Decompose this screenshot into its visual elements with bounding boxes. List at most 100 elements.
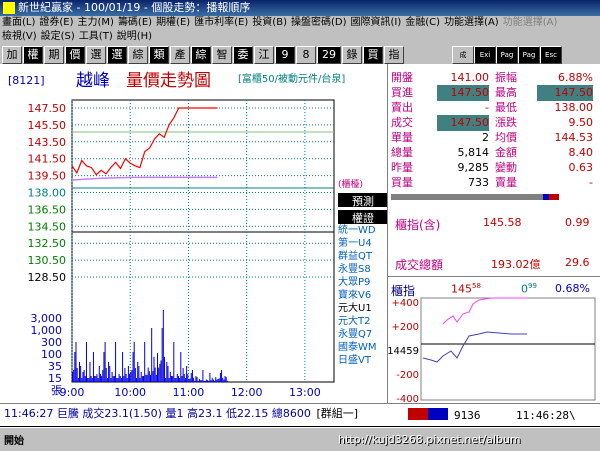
volume-bar bbox=[179, 378, 181, 382]
mini-axis-label: +400 bbox=[392, 298, 419, 309]
quote-label: 漲跌 bbox=[495, 116, 517, 129]
menu-item[interactable]: 說明(H) bbox=[117, 31, 152, 42]
broker-item[interactable]: 第一U4 bbox=[338, 237, 388, 250]
toolbar-button[interactable]: 期 bbox=[44, 46, 64, 64]
broker-item[interactable]: 永豐S8 bbox=[338, 263, 388, 276]
price-tick-label: 147.50 bbox=[28, 102, 67, 115]
menu-item[interactable]: 籌碼(E) bbox=[118, 17, 152, 28]
broker-item[interactable]: 國泰WM bbox=[338, 341, 388, 354]
mini-index-chart: +400 +200 14459 -200 -400 bbox=[387, 297, 596, 403]
broker-item[interactable]: 永豐Q7 bbox=[338, 328, 388, 341]
quote-label: 單量 bbox=[391, 131, 413, 144]
volume-bar bbox=[137, 362, 139, 382]
toolbar-button[interactable]: 綜 bbox=[128, 46, 148, 64]
broker-item[interactable]: 元大U1 bbox=[338, 302, 388, 315]
menu-item[interactable]: 金融(C) bbox=[405, 17, 440, 28]
toolbar-button[interactable]: 價 bbox=[65, 46, 85, 64]
stock-code: [8121] bbox=[8, 74, 45, 87]
volume-bar bbox=[152, 371, 154, 382]
warrant-button[interactable]: 權證 bbox=[338, 210, 388, 225]
menu-item[interactable]: 證券(E) bbox=[39, 17, 73, 28]
menu-item[interactable]: 檢視(V) bbox=[2, 31, 37, 42]
forecast-button[interactable]: 預測 bbox=[338, 193, 388, 208]
quote-value: 141.00 bbox=[450, 71, 490, 84]
broker-item[interactable]: 寶來V6 bbox=[338, 289, 388, 302]
volume-bar bbox=[119, 376, 121, 382]
volume-bar bbox=[117, 378, 119, 382]
menu-item[interactable]: 工具(T) bbox=[79, 31, 113, 42]
menu-item[interactable]: 投資(B) bbox=[252, 17, 287, 28]
quote-panel: 開盤 141.00 振幅 6.88% 買進 147.50 最高 147.50 賣出 - 最低 138.… bbox=[387, 64, 600, 403]
menu-item[interactable]: 功能選擇(A) bbox=[503, 17, 558, 28]
volume-bar bbox=[146, 374, 148, 382]
volume-bar bbox=[96, 374, 98, 382]
menu-item[interactable]: 國際資訊(I) bbox=[351, 17, 402, 28]
menu-item[interactable]: 設定(S) bbox=[41, 31, 75, 42]
quote-value: 733 bbox=[468, 176, 489, 189]
menu-item[interactable]: 期權(E) bbox=[156, 17, 190, 28]
volume-bar bbox=[124, 368, 126, 382]
volume-bar bbox=[75, 342, 77, 382]
toolbar-button[interactable]: 指 bbox=[384, 46, 404, 64]
toolbar-button[interactable]: 選 bbox=[107, 46, 127, 64]
toolbar-button[interactable]: 產 bbox=[170, 46, 190, 64]
volume-bar bbox=[109, 366, 111, 382]
menu-bar: 畫面(L) 證券(E) 主力(M) 籌碼(E) 期權(E) 匯市利率(E) 投資(B) 操盤密… bbox=[0, 16, 600, 44]
quote-label: 均價 bbox=[495, 131, 517, 144]
quote-value: 9.50 bbox=[568, 116, 594, 129]
volume-bar bbox=[190, 373, 192, 382]
volume-bar bbox=[87, 378, 89, 382]
menu-item[interactable]: 匯市利率(E) bbox=[194, 17, 248, 28]
toolbar-button[interactable]: 綜 bbox=[191, 46, 211, 64]
toolbar-button[interactable]: 9 bbox=[275, 46, 295, 64]
volume-bar bbox=[182, 368, 184, 382]
broker-item[interactable]: 日盛VT bbox=[338, 354, 388, 367]
start-button[interactable]: 開始 bbox=[4, 432, 24, 447]
volume-bar bbox=[91, 378, 93, 382]
menu-item[interactable]: 主力(M) bbox=[78, 17, 114, 28]
mini-axis-label: -200 bbox=[396, 370, 419, 381]
broker-item[interactable]: 大眾P9 bbox=[338, 276, 388, 289]
toolbar-button[interactable]: Exi bbox=[474, 46, 496, 64]
status-bar: 11:46:27 巨騰 成交23.1(1.50) 量1 高23.1 低22.15… bbox=[0, 403, 600, 426]
toolbar-button[interactable]: Esc bbox=[540, 46, 562, 64]
toolbar-button[interactable]: 類 bbox=[149, 46, 169, 64]
total-amount-value: 193.02億 bbox=[491, 258, 541, 271]
volume-bar bbox=[110, 378, 112, 382]
toolbar-button[interactable]: 江 bbox=[254, 46, 274, 64]
volume-bar bbox=[94, 376, 96, 382]
toolbar-button[interactable]: 錄 bbox=[342, 46, 362, 64]
toolbar-button[interactable]: Pag bbox=[518, 46, 540, 64]
toolbar-button[interactable]: 29 bbox=[317, 46, 341, 64]
quote-value: - bbox=[485, 101, 489, 114]
toolbar-button[interactable]: 買 bbox=[363, 46, 383, 64]
volume-bar bbox=[113, 376, 115, 382]
menu-item[interactable]: 操盤密碼(D) bbox=[291, 17, 347, 28]
toolbar-button[interactable]: 選 bbox=[86, 46, 106, 64]
toolbar-button[interactable]: 8 bbox=[296, 46, 316, 64]
volume-bar bbox=[174, 378, 176, 382]
group-selector[interactable]: [群組一] bbox=[316, 407, 358, 420]
broker-item[interactable]: 元大T2 bbox=[338, 315, 388, 328]
toolbar-button[interactable]: 委 bbox=[233, 46, 253, 64]
quote-value: 144.53 bbox=[554, 131, 594, 144]
volume-bar bbox=[144, 342, 146, 382]
mini-index-change-decimal: 99 bbox=[528, 282, 537, 290]
menu-item[interactable]: 功能選擇(A) bbox=[444, 17, 499, 28]
quote-label: 振幅 bbox=[495, 71, 517, 84]
volume-bar bbox=[129, 374, 131, 382]
volume-bar bbox=[89, 362, 91, 382]
toolbar-button[interactable]: 加 bbox=[2, 46, 22, 64]
menu-item[interactable]: 畫面(L) bbox=[2, 17, 35, 28]
toolbar-button[interactable]: 成 bbox=[452, 46, 474, 64]
volume-bar bbox=[92, 352, 94, 382]
time-tick-label: 9:00 bbox=[60, 386, 85, 399]
broker-item[interactable]: 群益QT bbox=[338, 250, 388, 263]
volume-bar bbox=[168, 378, 170, 382]
toolbar-button[interactable]: 智 bbox=[212, 46, 232, 64]
broker-item[interactable]: 統一WD bbox=[338, 224, 388, 237]
toolbar-button[interactable]: 權 bbox=[23, 46, 43, 64]
toolbar-button[interactable]: Pag bbox=[496, 46, 518, 64]
volume-bar bbox=[177, 376, 179, 382]
quote-label: 買進 bbox=[391, 86, 413, 99]
